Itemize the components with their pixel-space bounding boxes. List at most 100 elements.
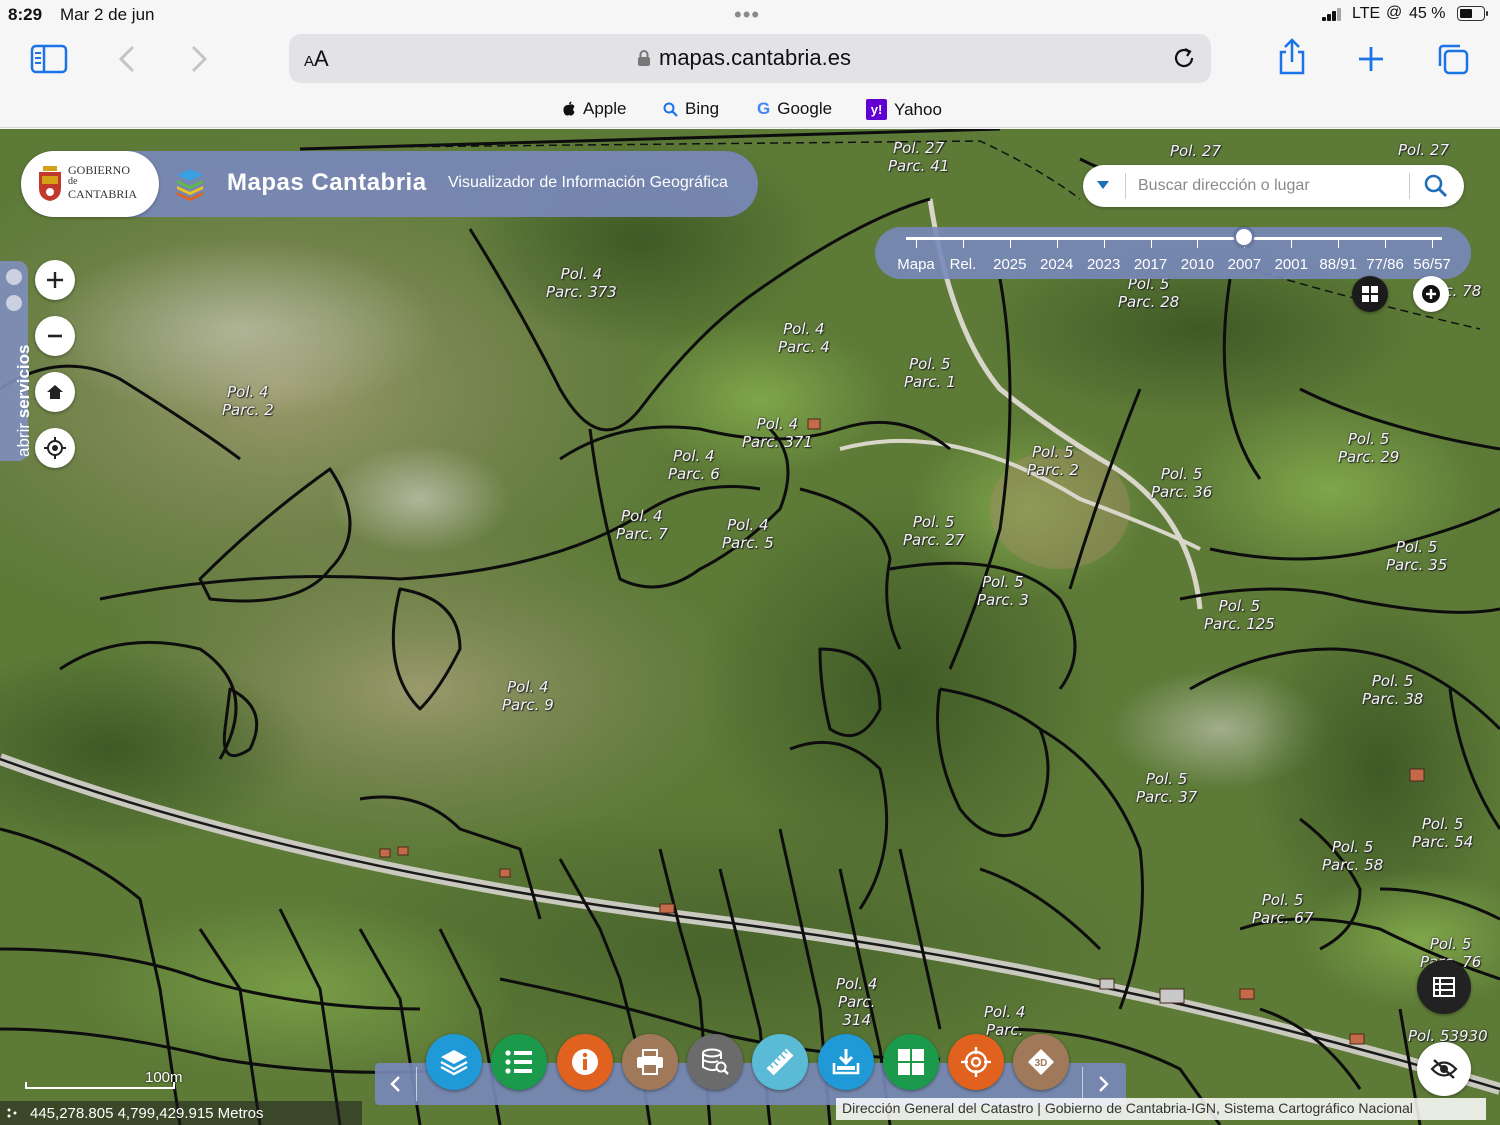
timeline-label-2010[interactable]: 2010 bbox=[1181, 256, 1214, 273]
parcel-label: Pol. 27 Parc. 41 bbox=[888, 139, 950, 175]
timeline-label-2025[interactable]: 2025 bbox=[993, 256, 1026, 273]
search-icon[interactable] bbox=[1423, 173, 1449, 199]
divider bbox=[1082, 1067, 1083, 1101]
gov-logo-text: GOBIERNO de CANTABRIA bbox=[68, 163, 138, 201]
parcel-label: Pol. 5 Parc. 67 bbox=[1252, 891, 1314, 927]
favorite-bing[interactable]: Bing bbox=[663, 99, 719, 119]
layers-tool-button[interactable] bbox=[426, 1034, 482, 1090]
favorite-label: Yahoo bbox=[894, 99, 942, 119]
favorite-google[interactable]: G Google bbox=[757, 99, 832, 119]
download-tool-button[interactable] bbox=[818, 1034, 874, 1090]
layers-icon bbox=[440, 1050, 468, 1076]
timeline-track[interactable] bbox=[906, 237, 1442, 240]
toggle-visibility-button[interactable] bbox=[1417, 1042, 1471, 1096]
parcel-label: Pol. 4 Parc. 7 bbox=[616, 507, 668, 543]
text-size-button[interactable]: AA bbox=[304, 46, 329, 72]
apple-icon bbox=[563, 101, 575, 116]
favorite-label: Bing bbox=[685, 99, 720, 118]
share-icon[interactable] bbox=[1277, 38, 1307, 76]
3d-tool-button[interactable]: 3D bbox=[1013, 1034, 1069, 1090]
chevron-right-icon bbox=[1099, 1076, 1109, 1092]
status-bar: 8:29 Mar 2 de jun ••• LTE @ 45 % bbox=[0, 0, 1500, 28]
timeline-label-2007[interactable]: 2007 bbox=[1228, 256, 1261, 273]
info-icon bbox=[572, 1049, 598, 1075]
forward-icon[interactable] bbox=[190, 45, 208, 73]
search-source-dropdown-icon[interactable] bbox=[1097, 181, 1109, 189]
url-text[interactable]: mapas.cantabria.es bbox=[659, 45, 851, 71]
favorite-yahoo[interactable]: y! Yahoo bbox=[866, 99, 942, 120]
add-layer-button[interactable] bbox=[1413, 276, 1449, 312]
parcel-label: Pol. 27 bbox=[1398, 141, 1450, 159]
app-subtitle: Visualizador de Información Geográfica bbox=[448, 174, 728, 191]
apple-store-icon[interactable] bbox=[6, 269, 22, 285]
parcel-label: Pol. 4 Parc. 4 bbox=[778, 320, 830, 356]
new-tab-icon[interactable] bbox=[1357, 45, 1385, 73]
grid-icon bbox=[1362, 286, 1378, 302]
coordinates-icon[interactable] bbox=[6, 1107, 20, 1119]
print-tool-button[interactable] bbox=[622, 1034, 678, 1090]
timeline-label-2017[interactable]: 2017 bbox=[1134, 256, 1167, 273]
search-input[interactable] bbox=[1138, 171, 1408, 201]
coordinate-tool-button[interactable] bbox=[948, 1034, 1004, 1090]
multitasking-dots-icon[interactable]: ••• bbox=[734, 2, 760, 28]
home-button[interactable] bbox=[35, 372, 75, 412]
timeline-label-2001[interactable]: 2001 bbox=[1275, 256, 1308, 273]
toolbar-next-button[interactable] bbox=[1086, 1067, 1122, 1101]
address-bar[interactable]: AA mapas.cantabria.es bbox=[289, 34, 1211, 83]
sidebar-icon[interactable] bbox=[30, 44, 68, 74]
data-search-tool-button[interactable] bbox=[687, 1034, 743, 1090]
chevron-left-icon bbox=[390, 1076, 400, 1092]
parcel-label: Pol. 4 Parc. 6 bbox=[668, 447, 720, 483]
back-icon[interactable] bbox=[118, 45, 136, 73]
network-label: LTE bbox=[1352, 5, 1381, 22]
locate-me-button[interactable] bbox=[35, 428, 75, 468]
signal-icon bbox=[1322, 7, 1346, 21]
scale-bar bbox=[25, 1082, 175, 1089]
reload-icon[interactable] bbox=[1171, 45, 1197, 71]
rotation-lock-icon: @ bbox=[1386, 4, 1403, 21]
measure-tool-button[interactable] bbox=[752, 1034, 808, 1090]
android-icon[interactable] bbox=[6, 295, 22, 311]
zoom-in-button[interactable] bbox=[35, 260, 75, 300]
timeline-label-56-57[interactable]: 56/57 bbox=[1413, 256, 1451, 273]
legend-tool-button[interactable] bbox=[491, 1034, 547, 1090]
favorite-label: Apple bbox=[583, 99, 627, 118]
timeline-tick bbox=[1056, 240, 1058, 248]
info-tool-button[interactable] bbox=[557, 1034, 613, 1090]
parcel-label: Pol. 4 Parc. 373 bbox=[546, 265, 617, 301]
grid-tool-button[interactable] bbox=[883, 1034, 939, 1090]
timeline-label-mapa[interactable]: Mapa bbox=[897, 256, 935, 273]
status-date: Mar 2 de jun bbox=[60, 5, 155, 24]
timeline-label-2023[interactable]: 2023 bbox=[1087, 256, 1120, 273]
map-view[interactable]: Pol. 27 Parc. 41 Pol. 27 Pol. 27 Pol. 4 Pa… bbox=[0, 129, 1500, 1125]
parcel-label: Pol. 5 Parc. 54 bbox=[1412, 815, 1474, 851]
timeline-slider[interactable]: Mapa Rel. 2025 2024 2023 2017 2010 2007 2001 88/9… bbox=[875, 227, 1471, 279]
divider bbox=[416, 1067, 417, 1101]
timeline-label-2024[interactable]: 2024 bbox=[1040, 256, 1073, 273]
search-icon bbox=[663, 102, 678, 117]
favorites-bar: Apple Bing G Google y! Yahoo bbox=[0, 90, 1500, 128]
app-header: GOBIERNO de CANTABRIA Mapas Cantabria Vi… bbox=[21, 151, 758, 217]
grid-icon bbox=[898, 1049, 924, 1075]
toolbar-prev-button[interactable] bbox=[377, 1067, 413, 1101]
timeline-thumb[interactable] bbox=[1234, 227, 1255, 247]
timeline-label-88-91[interactable]: 88/91 bbox=[1319, 256, 1357, 273]
gobierno-cantabria-logo[interactable]: GOBIERNO de CANTABRIA bbox=[21, 151, 159, 217]
yahoo-icon: y! bbox=[866, 99, 887, 120]
favorite-label: Google bbox=[777, 99, 833, 118]
parcel-label: Pol. 5 Parc. 125 bbox=[1204, 597, 1275, 633]
parcel-label: Pol. 4 Parc. bbox=[984, 1003, 1026, 1039]
services-tab[interactable]: abrir servicios bbox=[0, 261, 33, 461]
favorite-apple[interactable]: Apple bbox=[562, 99, 626, 119]
lock-icon bbox=[638, 50, 650, 66]
timeline-label-77-86[interactable]: 77/86 bbox=[1366, 256, 1404, 273]
timeline-tick bbox=[1009, 240, 1011, 248]
compare-grid-button[interactable] bbox=[1352, 276, 1388, 312]
timeline-label-rel-[interactable]: Rel. bbox=[950, 256, 977, 273]
svg-text:3D: 3D bbox=[1035, 1058, 1048, 1069]
print-icon bbox=[637, 1049, 663, 1075]
tabs-overview-icon[interactable] bbox=[1436, 42, 1470, 76]
zoom-out-button[interactable] bbox=[35, 316, 75, 356]
attribute-table-button[interactable] bbox=[1417, 960, 1471, 1014]
battery-icon bbox=[1457, 6, 1488, 21]
